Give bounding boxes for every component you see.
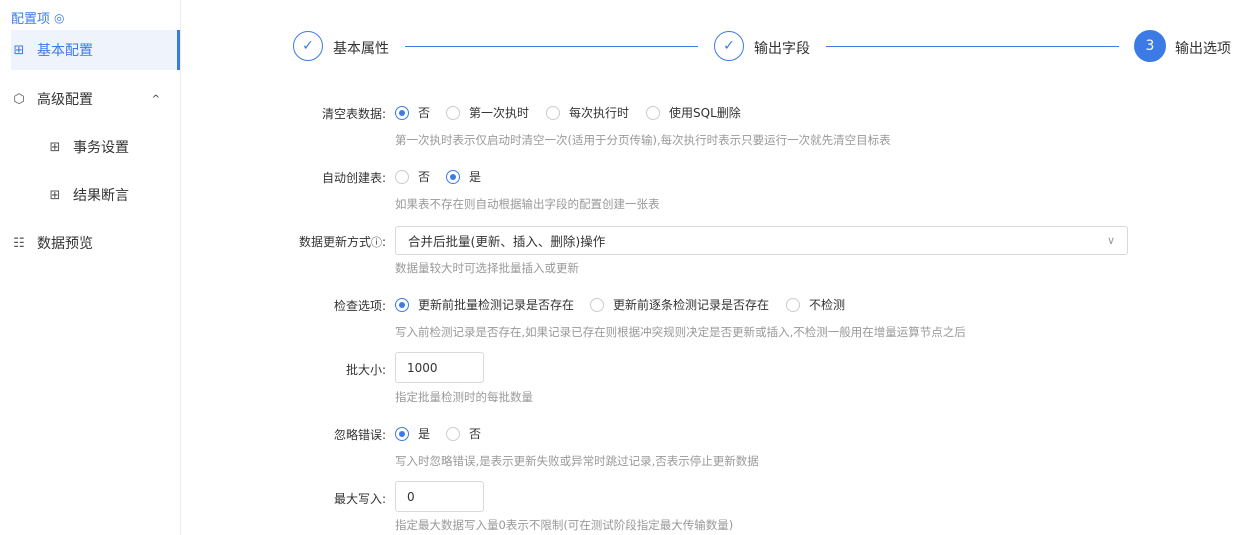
max-write-value: 0	[407, 489, 415, 504]
sidebar-item-label: 事务设置	[73, 140, 129, 156]
check-option-label: 检查选项:	[333, 299, 386, 313]
update-mode-label: 数据更新方式ⓘ:	[298, 235, 386, 249]
radio-label: 是	[469, 170, 482, 184]
clear-table-hint: 第一次执时表示仅启动时清空一次(适用于分页传输),每次执行时表示只要运行一次就先…	[395, 133, 891, 147]
radio-checked-icon	[395, 105, 409, 120]
sidebar-item-label: 结果断言	[73, 188, 129, 204]
radio-unchecked-icon	[590, 297, 604, 312]
radio-unchecked-icon	[395, 169, 409, 184]
radio-unchecked-icon	[446, 105, 460, 120]
ignore-errors-radio-yes[interactable]: 是	[395, 425, 430, 442]
check-option-radio-batch[interactable]: 更新前批量检测记录是否存在	[395, 296, 574, 313]
check-option-radio-none[interactable]: 不检测	[786, 296, 845, 313]
sidebar-item-result-assertion[interactable]: ⊞ 结果断言	[11, 175, 180, 215]
target-icon[interactable]: ◎	[54, 11, 64, 25]
ignore-errors-radio-no[interactable]: 否	[446, 425, 481, 442]
radio-checked-icon	[395, 426, 409, 441]
batch-size-hint: 指定批量检测时的每批数量	[395, 390, 533, 404]
radio-unchecked-icon	[446, 426, 460, 441]
clear-table-radio-no[interactable]: 否	[395, 104, 430, 121]
clear-table-label: 清空表数据:	[321, 107, 386, 121]
grid-icon: ⊞	[49, 187, 61, 203]
check-option-hint: 写入前检测记录是否存在,如果记录已存在则根据冲突规则决定是否更新或插入,不检测一…	[395, 325, 966, 339]
max-write-label: 最大写入:	[333, 492, 386, 506]
chevron-down-icon: ∨	[1106, 234, 1115, 247]
radio-label: 第一次执时	[469, 106, 530, 120]
radio-label: 是	[418, 427, 431, 441]
radio-label: 否	[469, 427, 482, 441]
check-option-radio-row-by-row[interactable]: 更新前逐条检测记录是否存在	[590, 296, 769, 313]
grid-icon: ⊞	[13, 42, 25, 58]
sidebar-title: 配置项 ◎	[11, 8, 65, 28]
radio-label: 更新前逐条检测记录是否存在	[613, 298, 770, 312]
max-write-input[interactable]: 0	[395, 481, 484, 512]
radio-unchecked-icon	[646, 105, 660, 120]
clear-table-radio-first-run[interactable]: 第一次执时	[446, 104, 529, 121]
batch-size-value: 1000	[407, 360, 438, 375]
update-mode-select[interactable]: 合并后批量(更新、插入、删除)操作 ∨	[395, 226, 1128, 255]
radio-label: 不检测	[809, 298, 846, 312]
step-2-label[interactable]: 输出字段	[754, 38, 810, 58]
step-2-check-icon[interactable]: ✓	[714, 31, 744, 61]
step-1-label[interactable]: 基本属性	[333, 38, 389, 58]
radio-label: 否	[418, 106, 431, 120]
batch-size-input[interactable]: 1000	[395, 352, 484, 383]
step-connector	[405, 46, 698, 47]
sidebar-item-basic-config[interactable]: ⊞ 基本配置	[11, 30, 180, 70]
step-3-label[interactable]: 输出选项	[1175, 38, 1231, 58]
step-1-check-icon[interactable]: ✓	[293, 31, 323, 61]
ignore-errors-label: 忽略错误:	[333, 428, 386, 442]
radio-label: 否	[418, 170, 431, 184]
grid-icon: ⊞	[49, 139, 61, 155]
sidebar-item-label: 高级配置	[37, 92, 93, 108]
radio-label: 更新前批量检测记录是否存在	[418, 298, 575, 312]
auto-create-hint: 如果表不存在则自动根据输出字段的配置创建一张表	[395, 197, 660, 211]
sidebar-title-text: 配置项	[11, 12, 51, 27]
step-3-number[interactable]: 3	[1134, 30, 1166, 62]
step-progress: ✓ 基本属性 ✓ 输出字段 3 输出选项	[293, 30, 1233, 63]
radio-unchecked-icon	[786, 297, 800, 312]
sidebar-item-transaction-settings[interactable]: ⊞ 事务设置	[11, 127, 180, 167]
sidebar-item-label: 基本配置	[37, 43, 93, 59]
clear-table-radio-every-run[interactable]: 每次执行时	[546, 104, 629, 121]
cube-icon: ⬡	[13, 91, 25, 107]
auto-create-label: 自动创建表:	[321, 171, 386, 185]
batch-size-label: 批大小:	[345, 363, 386, 377]
sidebar-item-label: 数据预览	[37, 236, 93, 252]
radio-unchecked-icon	[546, 105, 560, 120]
sidebar-item-data-preview[interactable]: ☷ 数据预览	[11, 223, 180, 263]
step-connector	[826, 46, 1119, 47]
sidebar-item-advanced-config[interactable]: ⬡ 高级配置 ^	[11, 79, 180, 119]
auto-create-radio-no[interactable]: 否	[395, 168, 430, 185]
radio-label: 使用SQL删除	[669, 106, 741, 120]
update-mode-selected-value: 合并后批量(更新、插入、删除)操作	[408, 234, 606, 249]
radio-label: 每次执行时	[569, 106, 630, 120]
clear-table-radio-sql-delete[interactable]: 使用SQL删除	[646, 104, 741, 121]
document-search-icon: ☷	[13, 235, 25, 251]
max-write-hint: 指定最大数据写入量0表示不限制(可在测试阶段指定最大传输数量)	[395, 518, 734, 532]
help-circle-icon[interactable]: ⓘ	[371, 236, 382, 249]
sidebar: 配置项 ◎ ⊞ 基本配置 ⬡ 高级配置 ^ ⊞ 事务设置 ⊞ 结果断言 ☷ 数据…	[0, 0, 181, 535]
auto-create-radio-yes[interactable]: 是	[446, 168, 481, 185]
ignore-errors-hint: 写入时忽略错误,是表示更新失败或异常时跳过记录,否表示停止更新数据	[395, 454, 759, 468]
update-mode-hint: 数据量较大时可选择批量插入或更新	[395, 261, 579, 275]
radio-checked-icon	[446, 169, 460, 184]
radio-checked-icon	[395, 297, 409, 312]
chevron-up-icon[interactable]: ^	[152, 94, 160, 105]
update-mode-label-text: 数据更新方式	[298, 235, 371, 249]
